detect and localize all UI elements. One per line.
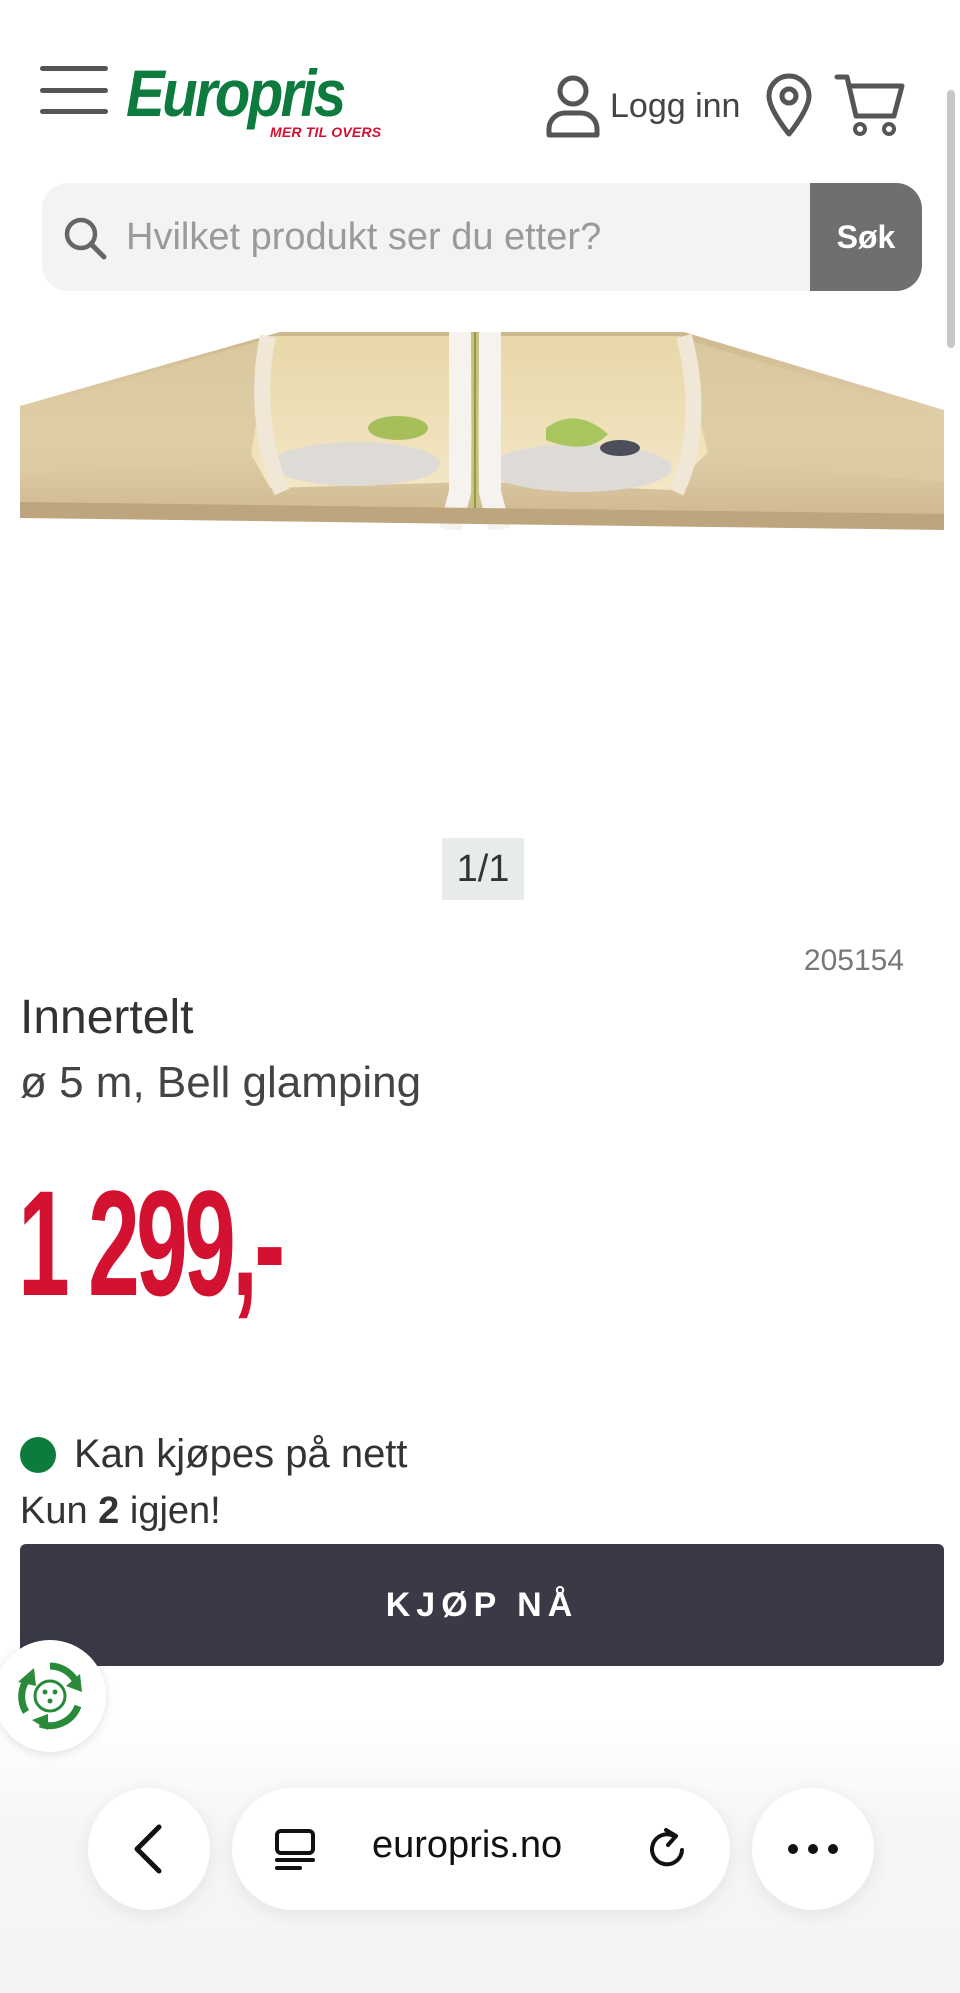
online-availability: Kan kjøpes på nett	[20, 1432, 408, 1477]
search-bar: Søk	[42, 183, 922, 291]
stock-count: 2	[98, 1490, 120, 1532]
cart-icon	[834, 74, 905, 136]
menu-icon-bar	[40, 66, 108, 71]
product-subtitle: ø 5 m, Bell glamping	[20, 1058, 422, 1107]
availability-dot-icon	[20, 1436, 56, 1473]
stock-suffix: igjen!	[119, 1490, 221, 1532]
site-header: Europris MER TIL OVERS Logg inn Søk	[0, 0, 960, 291]
recycle-icon	[18, 1662, 82, 1730]
product-sku: 205154	[803, 944, 904, 977]
menu-icon-bar	[40, 87, 108, 93]
availability-text: Kan kjøpes på nett	[74, 1432, 408, 1476]
product-title: Innertelt	[20, 991, 194, 1044]
login-label: Logg inn	[610, 86, 741, 125]
store-locator-button[interactable]	[764, 72, 824, 142]
stock-prefix: Kun	[20, 1490, 99, 1532]
reload-icon	[650, 1828, 684, 1867]
browser-url-text: europris.no	[372, 1824, 563, 1866]
product-price: 1 299,-	[18, 1159, 285, 1327]
buy-now-button[interactable]: KJØP NÅ	[20, 1544, 944, 1666]
stock-remaining: Kun 2 igjen!	[20, 1490, 221, 1533]
search-input[interactable]	[126, 183, 846, 291]
cart-button[interactable]	[834, 72, 910, 140]
search-button[interactable]: Søk	[810, 183, 922, 291]
back-icon	[134, 1824, 162, 1874]
europris-logo[interactable]: Europris MER TIL OVERS	[126, 56, 381, 144]
user-icon	[546, 75, 600, 138]
browser-back-button[interactable]	[88, 1788, 210, 1910]
browser-more-button[interactable]	[752, 1788, 874, 1910]
menu-button[interactable]	[40, 66, 108, 114]
browser-address-bar[interactable]: europris.no	[232, 1788, 730, 1910]
location-pin-icon	[766, 73, 812, 137]
logo-wordmark: Europris	[126, 56, 346, 130]
tabs-icon	[275, 1829, 315, 1870]
page-scrollbar[interactable]	[947, 90, 955, 348]
login-button[interactable]: Logg inn	[544, 70, 740, 142]
image-counter: 1/1	[442, 838, 524, 900]
more-icon	[788, 1844, 838, 1854]
search-icon	[64, 217, 107, 260]
logo-tagline: MER TIL OVERS	[270, 124, 382, 140]
product-image[interactable]	[20, 332, 944, 530]
menu-icon-bar	[40, 109, 108, 114]
